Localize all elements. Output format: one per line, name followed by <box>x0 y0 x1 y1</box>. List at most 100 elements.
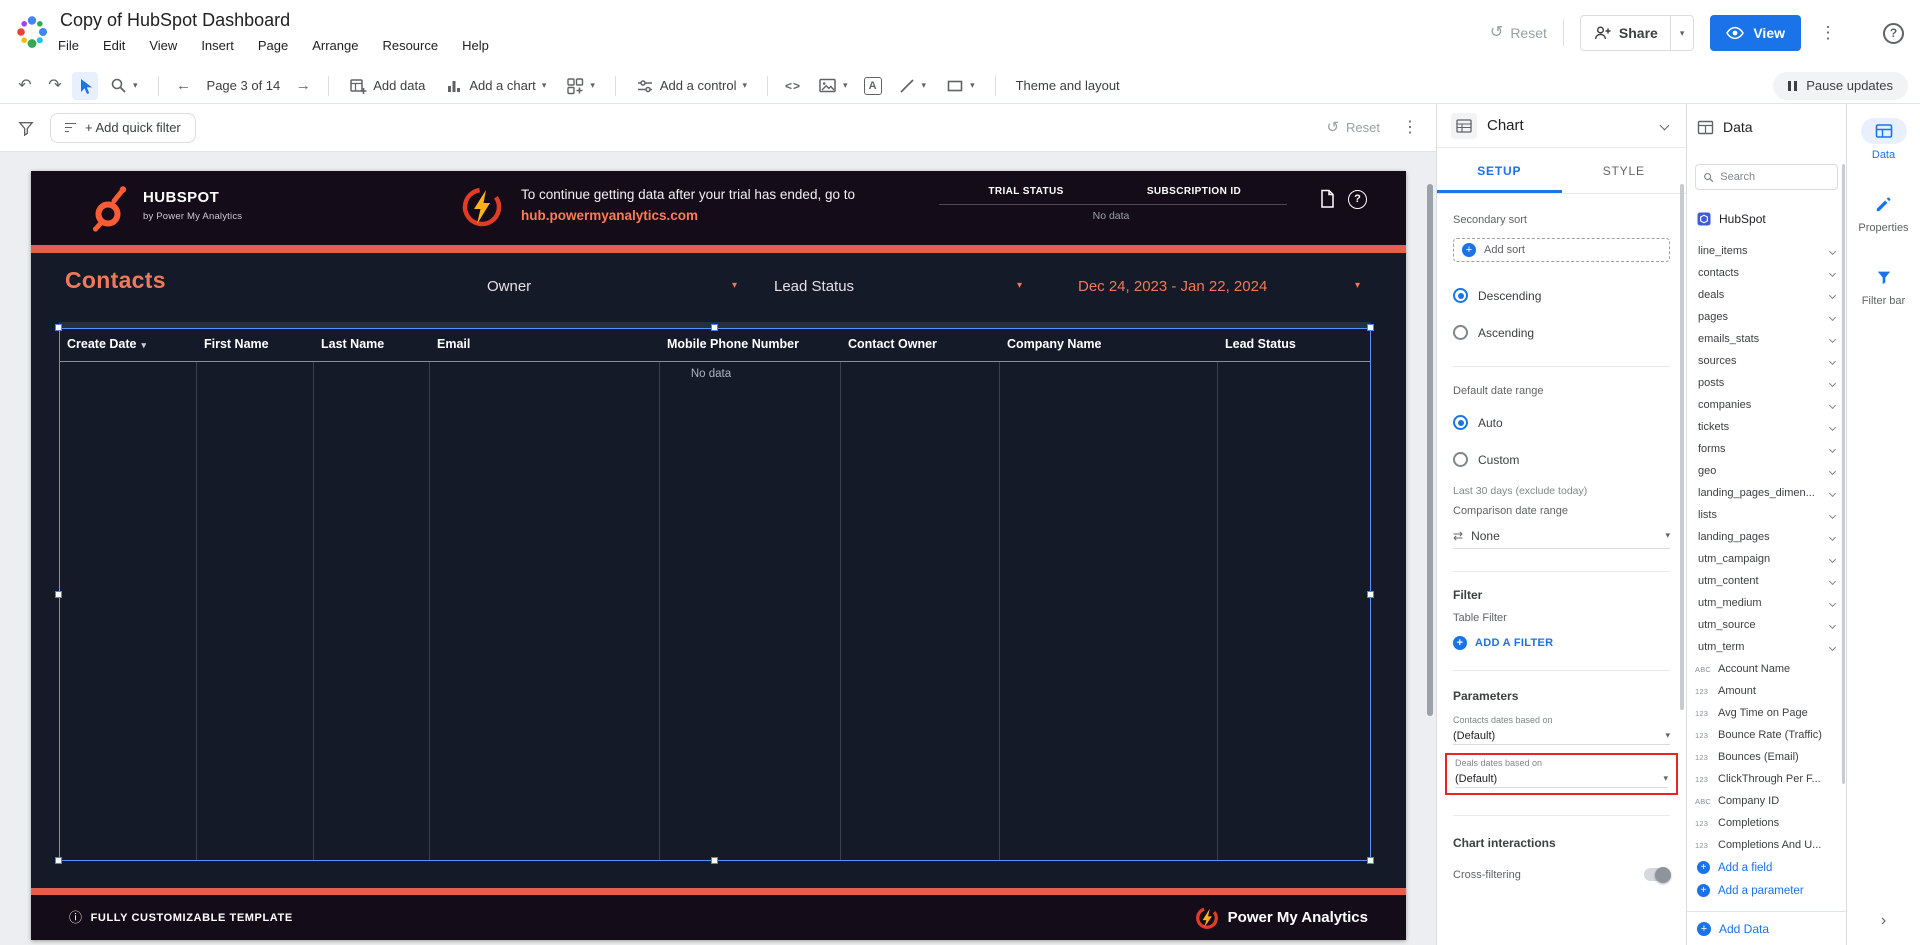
share-dropdown-button[interactable]: ▾ <box>1670 16 1694 50</box>
insert-text-button[interactable]: A <box>860 72 886 100</box>
source-landing-pages[interactable]: landing_pages <box>1687 526 1846 548</box>
sort-ascending-option[interactable]: Ascending <box>1453 325 1670 340</box>
search-input[interactable] <box>1720 171 1830 183</box>
share-main[interactable]: Share <box>1581 16 1670 50</box>
theme-layout-button[interactable]: Theme and layout <box>1008 72 1128 100</box>
community-visualizations-button[interactable]: ▾ <box>558 72 603 100</box>
source-utm-term[interactable]: utm_term <box>1687 636 1846 658</box>
column-header-first-name[interactable]: First Name <box>196 328 313 361</box>
field-bounces-email[interactable]: 123Bounces (Email) <box>1687 746 1846 768</box>
parameter-contacts-dates-select[interactable]: (Default) ▾ <box>1453 727 1670 745</box>
trial-notice-link[interactable]: hub.powermyanalytics.com <box>521 208 855 223</box>
help-icon[interactable]: ? <box>1348 190 1367 209</box>
menu-resource[interactable]: Resource <box>382 38 438 53</box>
column-header-company-name[interactable]: Company Name <box>999 328 1217 361</box>
insert-shape-button[interactable]: ▾ <box>938 72 983 100</box>
source-geo[interactable]: geo <box>1687 460 1846 482</box>
menu-view[interactable]: View <box>149 38 177 53</box>
undo-button[interactable]: ↶ <box>12 72 38 100</box>
field-account-name[interactable]: ABCAccount Name <box>1687 658 1846 680</box>
sort-descending-option[interactable]: Descending <box>1453 288 1670 303</box>
add-sort-button[interactable]: + Add sort <box>1453 238 1670 262</box>
source-lists[interactable]: lists <box>1687 504 1846 526</box>
previous-page-button[interactable]: ← <box>171 72 197 100</box>
column-header-email[interactable]: Email <box>429 328 659 361</box>
select-tool-button[interactable] <box>72 72 98 100</box>
source-pages[interactable]: pages <box>1687 306 1846 328</box>
field-amount[interactable]: 123Amount <box>1687 680 1846 702</box>
field-clickthrough-per-f[interactable]: 123ClickThrough Per F... <box>1687 768 1846 790</box>
selection-handle[interactable] <box>55 591 62 598</box>
add-parameter-button[interactable]: + Add a parameter <box>1687 879 1846 902</box>
source-companies[interactable]: companies <box>1687 394 1846 416</box>
menu-edit[interactable]: Edit <box>103 38 125 53</box>
tab-setup[interactable]: SETUP <box>1437 148 1562 193</box>
looker-studio-logo[interactable] <box>14 12 50 52</box>
menu-arrange[interactable]: Arrange <box>312 38 358 53</box>
data-panel-scrollbar[interactable] <box>1842 164 1845 784</box>
owner-filter-dropdown[interactable]: Owner ▾ <box>487 274 737 298</box>
embed-code-button[interactable]: <> <box>780 72 806 100</box>
chart-panel-header[interactable]: Chart <box>1437 104 1686 148</box>
selection-handle[interactable] <box>55 324 62 331</box>
column-header-lead-status[interactable]: Lead Status <box>1217 328 1371 361</box>
lead-status-filter-dropdown[interactable]: Lead Status ▾ <box>774 274 1022 298</box>
collapse-panel-button[interactable]: › <box>1881 913 1886 929</box>
date-range-dropdown[interactable]: Dec 24, 2023 - Jan 22, 2024 ▾ <box>1078 274 1360 298</box>
source-utm-campaign[interactable]: utm_campaign <box>1687 548 1846 570</box>
add-data-button[interactable]: Add data <box>341 72 433 100</box>
view-button[interactable]: View <box>1710 15 1801 51</box>
source-contacts[interactable]: contacts <box>1687 262 1846 284</box>
selection-handle[interactable] <box>55 857 62 864</box>
source-utm-source[interactable]: utm_source <box>1687 614 1846 636</box>
source-posts[interactable]: posts <box>1687 372 1846 394</box>
chevron-down-icon[interactable] <box>1660 121 1670 131</box>
selection-handle[interactable] <box>1367 324 1374 331</box>
column-header-last-name[interactable]: Last Name <box>313 328 429 361</box>
page-indicator[interactable]: Page 3 of 14 <box>201 78 287 93</box>
source-landing-pages-dimensions[interactable]: landing_pages_dimen... <box>1687 482 1846 504</box>
comparison-date-select[interactable]: ⇄ None ▾ <box>1453 523 1670 549</box>
rail-item-data[interactable]: Data <box>1861 118 1907 161</box>
insert-line-button[interactable]: ▾ <box>890 72 935 100</box>
column-header-create-date[interactable]: Create Date▾ <box>59 328 196 361</box>
share-button[interactable]: Share ▾ <box>1580 15 1694 51</box>
field-completions[interactable]: 123Completions <box>1687 812 1846 834</box>
source-line-items[interactable]: line_items <box>1687 240 1846 262</box>
add-control-button[interactable]: Add a control ▾ <box>628 72 755 100</box>
source-forms[interactable]: forms <box>1687 438 1846 460</box>
pause-updates-button[interactable]: Pause updates <box>1773 72 1908 100</box>
source-emails-stats[interactable]: emails_stats <box>1687 328 1846 350</box>
column-header-mobile-phone[interactable]: Mobile Phone Number <box>659 328 840 361</box>
menu-page[interactable]: Page <box>258 38 288 53</box>
field-avg-time-on-page[interactable]: 123Avg Time on Page <box>1687 702 1846 724</box>
date-custom-option[interactable]: Custom <box>1453 452 1670 467</box>
redo-button[interactable]: ↷ <box>42 72 68 100</box>
selection-handle[interactable] <box>711 857 718 864</box>
add-data-footer-button[interactable]: + Add Data <box>1687 911 1846 945</box>
cross-filtering-toggle[interactable] <box>1644 868 1670 881</box>
column-header-contact-owner[interactable]: Contact Owner <box>840 328 999 361</box>
chart-panel-scrollbar[interactable] <box>1680 184 1684 710</box>
selection-handle[interactable] <box>1367 857 1374 864</box>
source-sources[interactable]: sources <box>1687 350 1846 372</box>
field-search-box[interactable] <box>1695 164 1838 190</box>
field-completions-and-u[interactable]: 123Completions And U... <box>1687 834 1846 856</box>
more-options-button[interactable]: ⋮ <box>1817 23 1839 43</box>
connector-hubspot[interactable]: HubSpot <box>1687 206 1846 232</box>
zoom-tool-button[interactable]: ▾ <box>102 72 146 100</box>
rail-item-properties[interactable]: Properties <box>1858 191 1908 234</box>
source-utm-content[interactable]: utm_content <box>1687 570 1846 592</box>
menu-file[interactable]: File <box>58 38 79 53</box>
insert-image-button[interactable]: ▾ <box>810 72 856 100</box>
add-quick-filter-button[interactable]: + Add quick filter <box>50 113 196 143</box>
source-utm-medium[interactable]: utm_medium <box>1687 592 1846 614</box>
menu-help[interactable]: Help <box>462 38 489 53</box>
next-page-button[interactable]: → <box>290 72 316 100</box>
hubspot-dashboard[interactable]: HUBSPOT by Power My Analytics To continu… <box>31 171 1406 940</box>
source-tickets[interactable]: tickets <box>1687 416 1846 438</box>
field-company-id[interactable]: ABCCompany ID <box>1687 790 1846 812</box>
date-auto-option[interactable]: Auto <box>1453 415 1670 430</box>
menu-insert[interactable]: Insert <box>201 38 234 53</box>
reset-button[interactable]: ↺ Reset <box>1490 25 1547 41</box>
